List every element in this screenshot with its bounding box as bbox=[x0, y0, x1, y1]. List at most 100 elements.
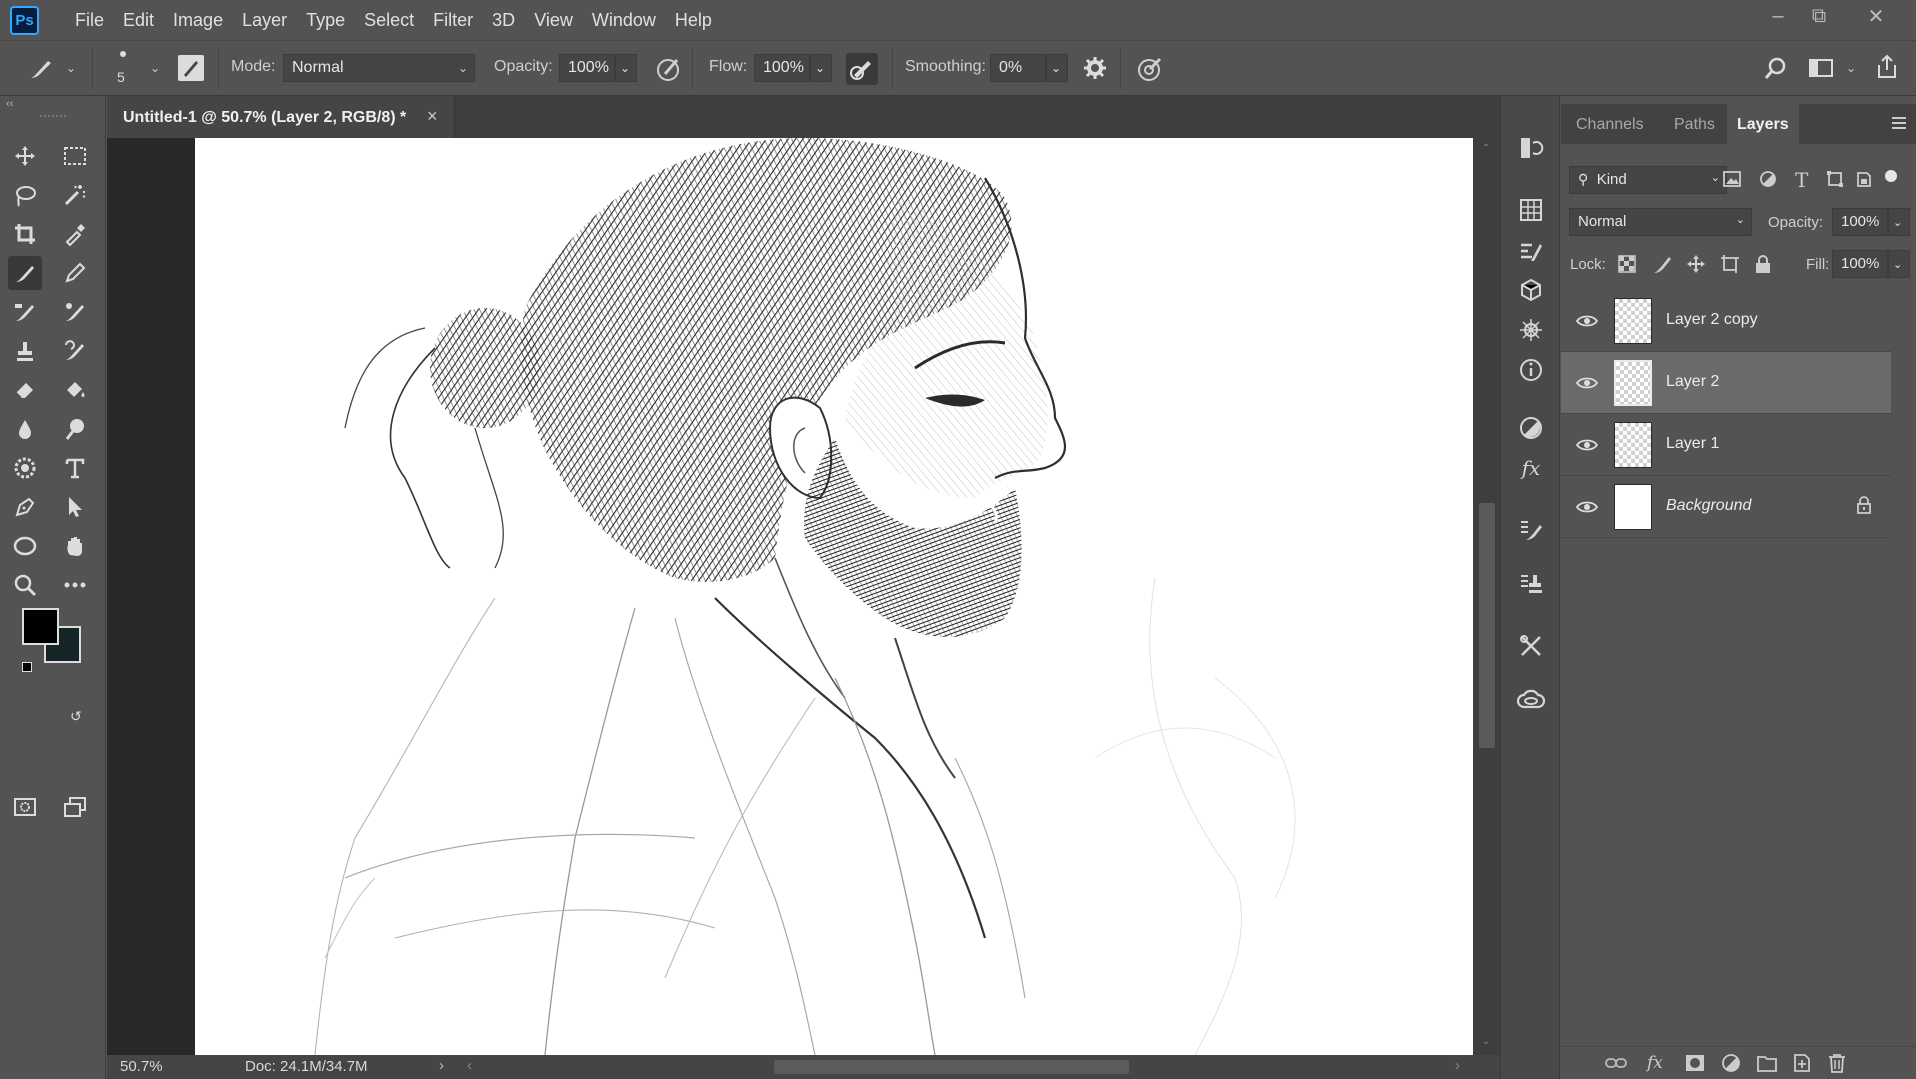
layer-opacity-dropdown[interactable]: ⌄ bbox=[1888, 208, 1910, 236]
scroll-up-icon[interactable]: ⌃ bbox=[1482, 143, 1490, 154]
layer-row[interactable]: Background bbox=[1561, 476, 1891, 538]
eyedropper-tool-icon[interactable] bbox=[58, 217, 92, 251]
brush-settings-panel-icon[interactable] bbox=[1513, 234, 1549, 270]
dodge-tool-icon[interactable] bbox=[58, 412, 92, 446]
pressure-size-icon[interactable] bbox=[1136, 55, 1164, 83]
layer-row[interactable]: Layer 2 copy bbox=[1561, 290, 1891, 352]
screen-mode-icon[interactable] bbox=[58, 790, 92, 824]
swatches-panel-icon[interactable] bbox=[1513, 192, 1549, 228]
drawing-canvas[interactable] bbox=[195, 138, 1473, 1055]
pressure-opacity-icon[interactable] bbox=[655, 55, 683, 83]
pen-tool-icon[interactable] bbox=[8, 490, 42, 524]
layer-name[interactable]: Layer 2 bbox=[1666, 373, 1719, 391]
marquee-tool-icon[interactable] bbox=[58, 139, 92, 173]
lock-image-pixels-icon[interactable] bbox=[1652, 254, 1672, 274]
menu-select[interactable]: Select bbox=[364, 10, 414, 31]
creative-cloud-libraries-icon[interactable] bbox=[1513, 682, 1549, 718]
opacity-input[interactable]: 100% bbox=[559, 54, 615, 82]
blur-tool-icon[interactable] bbox=[8, 412, 42, 446]
new-adjustment-layer-icon[interactable] bbox=[1721, 1054, 1741, 1072]
flow-input[interactable]: 100% bbox=[754, 54, 810, 82]
scroll-left-icon[interactable]: ‹ bbox=[467, 1057, 472, 1074]
brushes-panel-icon[interactable] bbox=[1513, 512, 1549, 548]
scroll-down-icon[interactable]: ⌄ bbox=[1482, 1036, 1490, 1047]
search-icon[interactable] bbox=[1762, 55, 1790, 83]
fill-dropdown[interactable]: ⌄ bbox=[1888, 250, 1910, 278]
zoom-tool-icon[interactable] bbox=[8, 568, 42, 602]
path-selection-tool-icon[interactable] bbox=[58, 490, 92, 524]
layer-filter-select[interactable]: ⚲ Kind ⌄ bbox=[1569, 166, 1727, 194]
tab-layers[interactable]: Layers bbox=[1737, 116, 1789, 134]
layer-name[interactable]: Layer 1 bbox=[1666, 435, 1719, 453]
brush-tool-icon[interactable] bbox=[8, 256, 42, 290]
brush-settings-icon[interactable] bbox=[178, 55, 204, 81]
vertical-scrollbar[interactable]: ⌃ ⌄ bbox=[1473, 138, 1500, 1055]
history-brush-tool-icon[interactable] bbox=[58, 334, 92, 368]
3d-panel-icon[interactable] bbox=[1513, 272, 1549, 308]
flow-dropdown[interactable]: ⌄ bbox=[810, 54, 832, 82]
opacity-dropdown[interactable]: ⌄ bbox=[615, 54, 637, 82]
horizontal-scroll-thumb[interactable] bbox=[774, 1060, 1129, 1074]
layer-row-selected[interactable]: Layer 2 bbox=[1561, 352, 1891, 414]
mixer-brush-tool-icon[interactable] bbox=[58, 295, 92, 329]
scroll-right-icon[interactable]: › bbox=[1455, 1057, 1460, 1074]
filter-type-icon[interactable]: T bbox=[1795, 168, 1808, 192]
menu-type[interactable]: Type bbox=[306, 10, 345, 31]
blend-mode-select[interactable]: Normal ⌄ bbox=[1569, 208, 1752, 236]
new-layer-icon[interactable] bbox=[1793, 1053, 1811, 1073]
document-tab[interactable]: Untitled-1 @ 50.7% (Layer 2, RGB/8) * × bbox=[107, 96, 455, 138]
brush-preset-icon[interactable] bbox=[28, 57, 54, 81]
lock-position-icon[interactable] bbox=[1686, 254, 1706, 274]
ellipse-tool-icon[interactable] bbox=[8, 529, 42, 563]
info-panel-icon[interactable] bbox=[1513, 352, 1549, 388]
brush-picker-chevron-icon[interactable]: ⌄ bbox=[150, 61, 160, 75]
eraser-tool-icon[interactable] bbox=[8, 373, 42, 407]
share-icon[interactable] bbox=[1874, 53, 1900, 81]
menu-image[interactable]: Image bbox=[173, 10, 223, 31]
zoom-level[interactable]: 50.7% bbox=[120, 1058, 163, 1075]
filter-adjustment-icon[interactable] bbox=[1759, 170, 1777, 188]
menu-layer[interactable]: Layer bbox=[242, 10, 287, 31]
healing-brush-tool-icon[interactable] bbox=[8, 295, 42, 329]
menu-view[interactable]: View bbox=[534, 10, 573, 31]
menu-filter[interactable]: Filter bbox=[433, 10, 473, 31]
restore-icon[interactable]: ⧉ bbox=[1799, 0, 1839, 32]
filter-shape-icon[interactable] bbox=[1825, 170, 1845, 188]
clone-source-panel-icon[interactable] bbox=[1513, 566, 1549, 602]
crop-tool-icon[interactable] bbox=[8, 217, 42, 251]
quick-mask-icon[interactable] bbox=[8, 790, 42, 824]
filter-pixel-icon[interactable] bbox=[1722, 170, 1742, 188]
airbrush-icon[interactable] bbox=[846, 53, 878, 85]
menu-help[interactable]: Help bbox=[675, 10, 712, 31]
fill-input[interactable]: 100% bbox=[1832, 250, 1888, 278]
delete-layer-icon[interactable] bbox=[1828, 1053, 1846, 1073]
pencil-tool-icon[interactable] bbox=[58, 256, 92, 290]
more-tools-icon[interactable] bbox=[58, 568, 92, 602]
tab-paths[interactable]: Paths bbox=[1674, 116, 1715, 134]
clone-stamp-tool-icon[interactable] bbox=[8, 334, 42, 368]
visibility-eye-icon[interactable] bbox=[1575, 496, 1599, 518]
magic-wand-tool-icon[interactable] bbox=[58, 178, 92, 212]
brush-preset-chevron-icon[interactable]: ⌄ bbox=[66, 61, 76, 75]
close-window-icon[interactable]: ✕ bbox=[1856, 0, 1896, 32]
photoshop-logo[interactable]: Ps bbox=[10, 5, 39, 35]
menu-window[interactable]: Window bbox=[592, 10, 656, 31]
layer-opacity-input[interactable]: 100% bbox=[1832, 208, 1888, 236]
navigator-panel-icon[interactable] bbox=[1513, 312, 1549, 348]
adjustments-panel-icon[interactable] bbox=[1513, 410, 1549, 446]
workspace-chevron-icon[interactable]: ⌄ bbox=[1846, 61, 1856, 75]
styles-panel-icon[interactable]: fx bbox=[1513, 450, 1549, 486]
minimize-icon[interactable]: – bbox=[1758, 0, 1798, 32]
filter-smart-object-icon[interactable] bbox=[1855, 170, 1873, 188]
visibility-eye-icon[interactable] bbox=[1575, 310, 1599, 332]
filter-toggle-icon[interactable] bbox=[1885, 170, 1897, 182]
lock-transparent-pixels-icon[interactable] bbox=[1618, 255, 1636, 273]
default-colors-icon[interactable] bbox=[22, 662, 32, 672]
lock-artboard-icon[interactable] bbox=[1720, 254, 1740, 274]
layer-row[interactable]: Layer 1 bbox=[1561, 414, 1891, 476]
new-group-icon[interactable] bbox=[1757, 1054, 1777, 1072]
layer-name[interactable]: Background bbox=[1666, 497, 1751, 515]
foreground-color-swatch[interactable] bbox=[22, 608, 59, 645]
smoothing-settings-gear-icon[interactable] bbox=[1082, 55, 1108, 81]
layer-lock-icon[interactable] bbox=[1856, 496, 1872, 514]
